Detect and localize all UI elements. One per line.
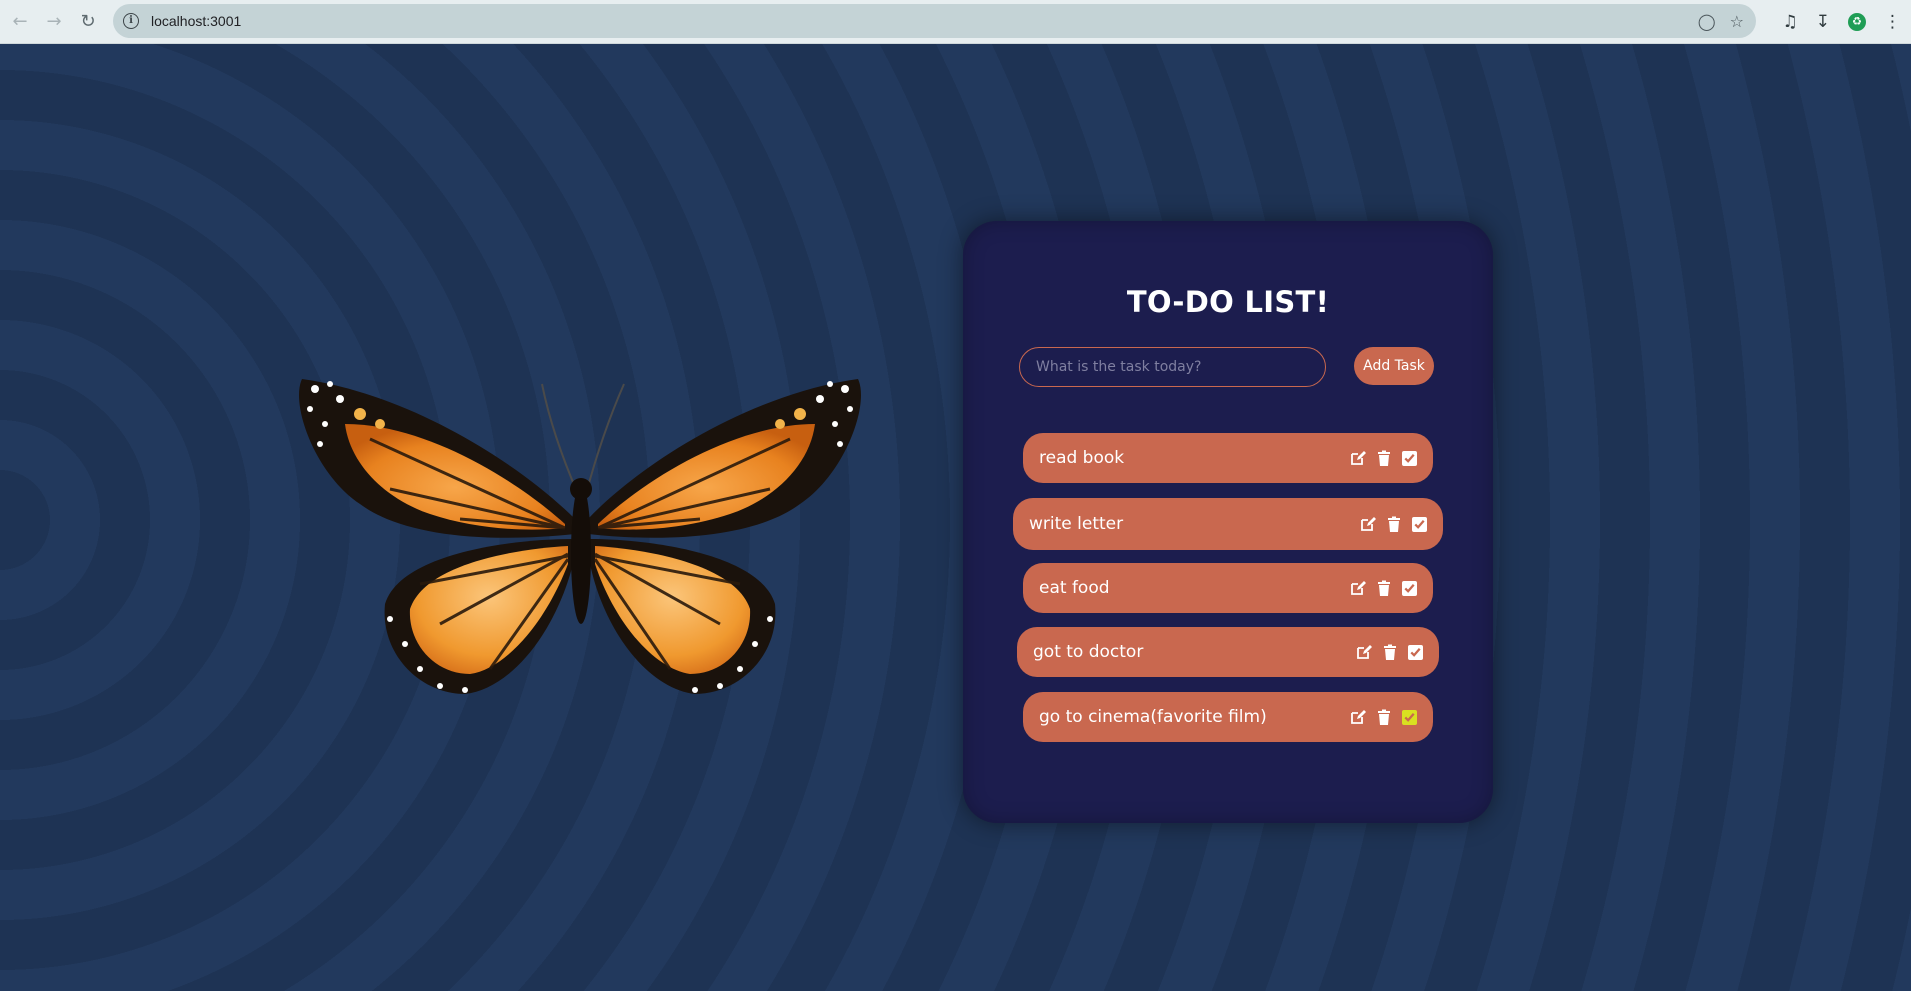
edit-icon[interactable] (1350, 709, 1366, 725)
task-input[interactable] (1019, 347, 1326, 387)
trash-icon[interactable] (1386, 516, 1402, 532)
edit-icon[interactable] (1350, 450, 1366, 466)
address-bar[interactable]: i localhost:3001 ◯ ☆ (113, 4, 1756, 38)
todo-card: TO-DO LIST! Add Task read book write let… (963, 221, 1493, 823)
task-label: got to doctor (1033, 642, 1144, 662)
page-background: TO-DO LIST! Add Task read book write let… (0, 44, 1911, 991)
task-label: eat food (1039, 578, 1110, 598)
butterfly-image (299, 379, 861, 694)
back-arrow-icon[interactable]: ← (6, 8, 34, 36)
browser-toolbar: ← → ↻ i localhost:3001 ◯ ☆ ♫ ↧ ♻ ⋮ (0, 0, 1911, 44)
forward-arrow-icon[interactable]: → (40, 8, 68, 36)
checkbox-icon[interactable] (1402, 450, 1417, 466)
task-item: read book (1023, 433, 1433, 483)
task-item: got to doctor (1017, 627, 1439, 677)
task-item: eat food (1023, 563, 1433, 613)
task-label: go to cinema(favorite film) (1039, 707, 1267, 727)
url-text: localhost:3001 (151, 13, 242, 29)
task-item: go to cinema(favorite film) (1023, 692, 1433, 742)
checkbox-icon[interactable] (1412, 516, 1427, 532)
trash-icon[interactable] (1376, 450, 1392, 466)
bookmark-star-icon[interactable]: ☆ (1730, 12, 1744, 31)
media-controls-icon[interactable]: ♫ (1783, 12, 1798, 32)
task-label: read book (1039, 448, 1125, 468)
edit-icon[interactable] (1350, 580, 1366, 596)
download-icon[interactable]: ↧ (1816, 12, 1830, 32)
add-task-button[interactable]: Add Task (1354, 347, 1434, 385)
task-label: write letter (1029, 514, 1124, 534)
checkbox-icon[interactable] (1408, 644, 1423, 660)
trash-icon[interactable] (1382, 644, 1398, 660)
edit-icon[interactable] (1356, 644, 1372, 660)
trash-icon[interactable] (1376, 580, 1392, 596)
trash-icon[interactable] (1376, 709, 1392, 725)
extension-icon[interactable]: ♻ (1848, 13, 1866, 31)
menu-kebab-icon[interactable]: ⋮ (1884, 12, 1901, 32)
edit-icon[interactable] (1360, 516, 1376, 532)
reload-icon[interactable]: ↻ (74, 8, 102, 36)
checkbox-checked-icon[interactable] (1402, 709, 1417, 725)
translate-icon[interactable]: ◯ (1698, 12, 1716, 31)
checkbox-icon[interactable] (1402, 580, 1417, 596)
site-info-icon[interactable]: i (123, 13, 139, 29)
task-item: write letter (1013, 498, 1443, 550)
page-title: TO-DO LIST! (1126, 285, 1330, 319)
